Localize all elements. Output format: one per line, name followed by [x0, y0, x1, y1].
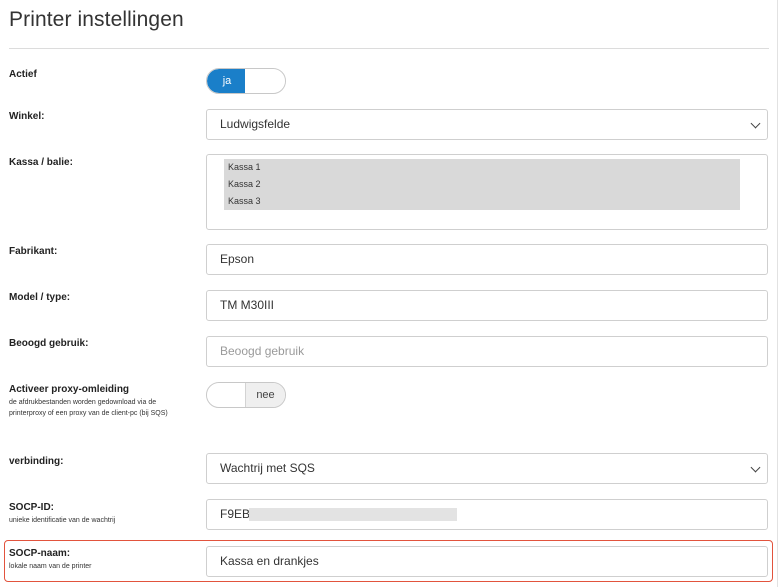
kassa-option[interactable]: Kassa 2 — [224, 176, 740, 193]
socp-naam-label: SOCP-naam: — [9, 548, 71, 559]
socp-naam-hint: lokale naam van de printer — [9, 563, 92, 570]
winkel-label: Winkel: — [9, 111, 45, 122]
printer-settings-panel: Printer instellingen Actief ja Winkel: L… — [0, 0, 779, 587]
kassa-option[interactable]: Kassa 1 — [224, 159, 740, 176]
proxy-hint: de afdrukbestanden worden gedownload via… — [9, 399, 168, 417]
socp-naam-input[interactable]: Kassa en drankjes — [206, 546, 768, 577]
actief-toggle-on: ja — [207, 69, 247, 93]
gebruik-input[interactable]: Beoogd gebruik — [206, 336, 768, 367]
socp-id-value: F9EB — [220, 507, 251, 521]
verbinding-select[interactable]: Wachtrij met SQS — [206, 453, 768, 484]
fabrikant-input[interactable]: Epson — [206, 244, 768, 275]
fabrikant-label: Fabrikant: — [9, 246, 58, 257]
actief-toggle[interactable]: ja — [206, 68, 286, 94]
panel-border — [777, 0, 778, 587]
socp-id-label: SOCP-ID: — [9, 502, 54, 513]
gebruik-label: Beoogd gebruik: — [9, 338, 89, 349]
kassa-option[interactable]: Kassa 3 — [224, 193, 740, 210]
title-divider — [9, 48, 769, 49]
proxy-label: Activeer proxy-omleiding — [9, 384, 130, 395]
actief-toggle-off-side — [245, 69, 285, 93]
proxy-toggle[interactable]: nee — [206, 382, 286, 408]
kassa-listbox[interactable]: Kassa 1 Kassa 2 Kassa 3 — [206, 154, 768, 230]
proxy-toggle-on-side — [207, 383, 247, 407]
verbinding-select-value: Wachtrij met SQS — [220, 461, 315, 475]
actief-label: Actief — [9, 69, 37, 80]
winkel-select[interactable]: Ludwigsfelde — [206, 109, 768, 140]
chevron-down-icon — [750, 118, 761, 129]
verbinding-label: verbinding: — [9, 456, 64, 467]
proxy-toggle-off: nee — [245, 383, 285, 407]
page-title: Printer instellingen — [9, 8, 184, 31]
kassa-label: Kassa / balie: — [9, 157, 73, 168]
redacted-text — [249, 508, 457, 521]
winkel-select-value: Ludwigsfelde — [220, 117, 291, 131]
socp-id-hint: unieke identificatie van de wachtrij — [9, 517, 116, 524]
model-input[interactable]: TM M30III — [206, 290, 768, 321]
chevron-down-icon — [750, 462, 761, 473]
model-label: Model / type: — [9, 292, 71, 303]
